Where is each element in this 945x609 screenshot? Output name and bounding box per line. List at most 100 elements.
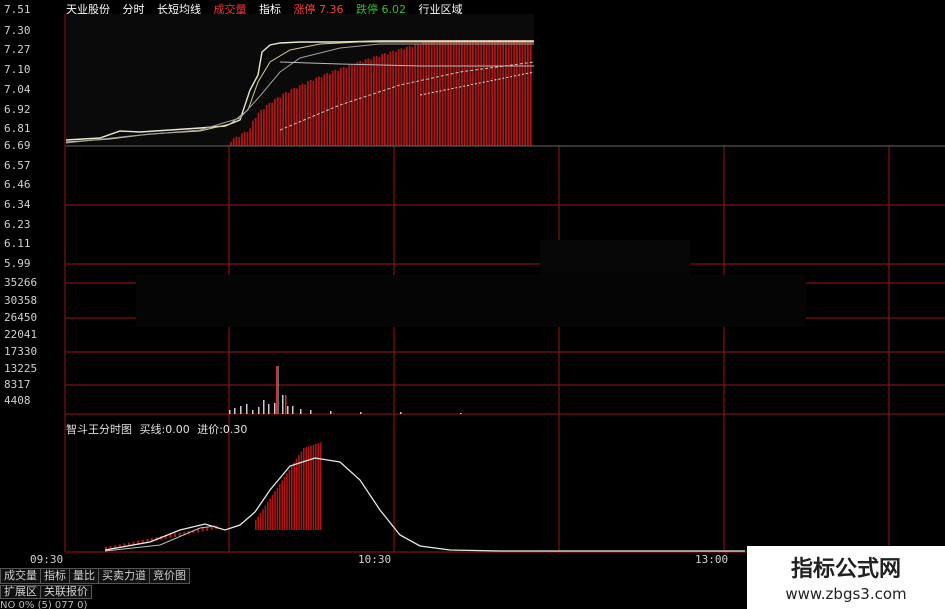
price-bar xyxy=(345,67,348,146)
price-bar xyxy=(257,112,260,146)
price-bar xyxy=(485,42,488,146)
volume-bar xyxy=(287,406,289,414)
price-bar xyxy=(524,40,527,146)
indicator-bar xyxy=(178,532,181,537)
price-bar xyxy=(274,98,276,146)
price-bar xyxy=(340,67,342,146)
price-bar xyxy=(268,102,271,146)
volume-bar xyxy=(268,404,270,414)
price-bar xyxy=(436,42,439,146)
price-bar xyxy=(452,42,455,146)
volume-bar xyxy=(274,403,276,414)
indicator-buy-line: 买线:0.00 xyxy=(139,423,190,436)
indicator-bar xyxy=(267,502,269,530)
indicator-bar xyxy=(269,498,271,530)
indicator-bar xyxy=(255,520,257,530)
indicator-line xyxy=(104,457,745,552)
price-bar xyxy=(290,89,293,146)
price-bar xyxy=(337,70,340,146)
price-bar xyxy=(516,40,518,146)
price-bar xyxy=(318,76,320,146)
volume-bar xyxy=(258,407,260,414)
price-bar xyxy=(252,120,254,146)
indicator-bar xyxy=(293,462,295,530)
indicator-bar xyxy=(319,442,322,530)
indicator-bar xyxy=(315,444,317,530)
price-bar xyxy=(375,55,378,146)
tab-volume[interactable]: 成交量 xyxy=(0,568,41,584)
indicator-name: 智斗王分时图 xyxy=(66,423,132,436)
indicator-bar xyxy=(271,494,274,530)
price-bar xyxy=(472,40,474,146)
price-bar xyxy=(296,88,298,146)
price-bar xyxy=(444,42,447,146)
indicator-bar xyxy=(288,469,291,530)
price-bar xyxy=(364,59,367,146)
price-bar xyxy=(323,74,326,146)
volume-bar xyxy=(240,406,242,414)
time-label-open: 09:30 xyxy=(30,553,64,566)
price-bar xyxy=(397,49,400,146)
price-bar xyxy=(395,51,397,146)
indicator-bar xyxy=(174,533,176,537)
tab-indicator[interactable]: 指标 xyxy=(40,568,70,584)
tab-auction[interactable]: 竞价图 xyxy=(149,568,190,584)
price-bar xyxy=(491,40,494,146)
price-bar xyxy=(441,40,444,146)
indicator-bar xyxy=(274,491,276,530)
price-bar xyxy=(450,40,452,146)
indicator-bar xyxy=(257,516,259,530)
price-bar xyxy=(510,42,513,146)
time-label-1300: 13:00 xyxy=(695,553,729,566)
price-bar xyxy=(466,40,469,146)
tab-buy-sell-force[interactable]: 买卖力道 xyxy=(98,568,150,584)
indicator-bar xyxy=(300,451,303,530)
indicator-bar xyxy=(291,466,293,530)
price-bar xyxy=(298,85,301,146)
volume-bar xyxy=(300,409,302,414)
indicator-bar xyxy=(298,455,300,530)
price-bar xyxy=(285,92,287,146)
price-bar xyxy=(359,61,362,146)
price-bar xyxy=(386,54,389,146)
price-bar xyxy=(428,42,430,146)
price-bar xyxy=(230,142,232,146)
volume-bar xyxy=(400,412,402,414)
price-bar xyxy=(417,43,419,146)
tab-volume-ratio[interactable]: 量比 xyxy=(69,568,99,584)
price-bar xyxy=(348,64,351,146)
volume-bar xyxy=(229,410,231,414)
price-bar xyxy=(362,62,364,147)
price-bar xyxy=(477,42,480,146)
volume-bar xyxy=(252,410,254,414)
tab-related-quotes[interactable]: 关联报价 xyxy=(40,585,92,599)
price-bar xyxy=(238,137,241,146)
price-bar xyxy=(433,40,436,146)
price-bar xyxy=(246,132,249,146)
price-bar xyxy=(287,92,290,146)
price-bar xyxy=(381,54,384,146)
indicator-bar xyxy=(310,445,312,530)
volume-bar xyxy=(276,366,278,414)
volume-bar xyxy=(285,395,287,414)
price-bar xyxy=(488,40,491,146)
price-bar xyxy=(411,47,414,146)
tab-extension[interactable]: 扩展区 xyxy=(0,585,41,599)
price-bar xyxy=(265,105,268,146)
watermark-name: 指标公式网 xyxy=(790,557,901,582)
indicator-bar xyxy=(279,484,281,530)
price-bar xyxy=(505,40,507,146)
obscured-region xyxy=(540,240,690,278)
price-bar xyxy=(408,45,411,146)
volume-bar xyxy=(460,413,462,414)
volume-bar xyxy=(263,400,265,414)
price-bar xyxy=(494,42,496,146)
indicator-bar xyxy=(303,448,305,530)
indicator-entry-price: 进价:0.30 xyxy=(197,423,248,436)
price-bar xyxy=(301,83,304,146)
watermark-url: www.zbgs3.com xyxy=(785,585,907,603)
status-line: NO 0% (5) 077 0) xyxy=(0,600,88,609)
indicator-bar xyxy=(317,443,319,530)
price-bar xyxy=(304,84,307,146)
indicator-bar xyxy=(206,527,209,531)
